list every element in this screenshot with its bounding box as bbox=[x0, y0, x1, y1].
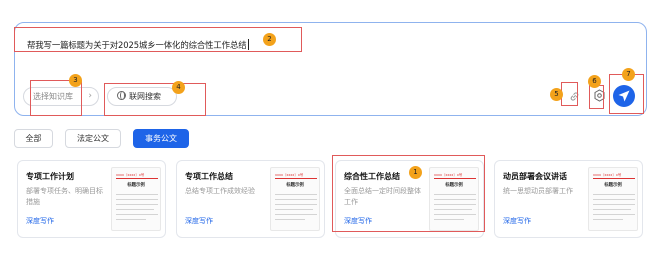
thumbnail-line bbox=[116, 194, 158, 195]
template-card[interactable]: 专项工作计划 部署专项任务、明确目标措施 深度写作 xxxx〔xxxx〕x号 标… bbox=[17, 160, 166, 238]
thumbnail-line bbox=[116, 219, 146, 220]
thumbnail-header: xxxx〔xxxx〕x号 bbox=[434, 173, 463, 177]
thumbnail-title: 标题示例 bbox=[445, 183, 463, 188]
send-icon bbox=[618, 90, 630, 102]
card-description: 部署专项任务、明确目标措施 bbox=[26, 187, 103, 206]
thumbnail-line bbox=[275, 219, 305, 220]
thumbnail-title: 标题示例 bbox=[286, 183, 304, 188]
thumbnail-line bbox=[593, 214, 635, 215]
thumbnail-rule bbox=[593, 178, 635, 179]
send-button[interactable] bbox=[613, 85, 635, 107]
document-thumbnail: xxxx〔xxxx〕x号 标题示例 bbox=[111, 167, 161, 231]
template-card[interactable]: 专项工作总结 总结专项工作成效经验 深度写作 xxxx〔xxxx〕x号 标题示例 bbox=[176, 160, 325, 238]
thumbnail-line bbox=[593, 219, 623, 220]
thumbnail-header: xxxx〔xxxx〕x号 bbox=[116, 173, 145, 177]
web-search-label: 联网搜索 bbox=[129, 92, 161, 101]
annotation-badge-6: 6 bbox=[588, 75, 601, 88]
thumbnail-line bbox=[275, 214, 317, 215]
thumbnail-header: xxxx〔xxxx〕x号 bbox=[593, 173, 622, 177]
deep-writing-link[interactable]: 深度写作 bbox=[26, 216, 54, 226]
card-description: 总结专项工作成效经验 bbox=[185, 187, 255, 195]
annotation-badge-4: 4 bbox=[172, 81, 185, 94]
document-thumbnail: xxxx〔xxxx〕x号 标题示例 bbox=[429, 167, 479, 231]
deep-writing-link[interactable]: 深度写作 bbox=[344, 216, 372, 226]
thumbnail-line bbox=[434, 209, 472, 210]
globe-icon bbox=[117, 91, 126, 100]
thumbnail-line bbox=[434, 214, 476, 215]
thumbnail-line bbox=[116, 199, 158, 200]
thumbnail-line bbox=[116, 204, 158, 205]
thumbnail-line bbox=[116, 214, 158, 215]
thumbnail-line bbox=[434, 199, 476, 200]
template-card[interactable]: 动员部署会议讲话 统一思想动员部署工作 深度写作 xxxx〔xxxx〕x号 标题… bbox=[494, 160, 643, 238]
settings-icon[interactable] bbox=[593, 89, 605, 103]
thumbnail-line bbox=[593, 209, 631, 210]
web-search-button[interactable]: 联网搜索 bbox=[107, 87, 177, 106]
deep-writing-link[interactable]: 深度写作 bbox=[503, 216, 531, 226]
card-title: 专项工作总结 bbox=[185, 172, 233, 181]
thumbnail-line bbox=[434, 219, 464, 220]
document-thumbnail: xxxx〔xxxx〕x号 标题示例 bbox=[270, 167, 320, 231]
card-title: 专项工作计划 bbox=[26, 172, 74, 181]
chevron-right-icon: › bbox=[88, 91, 92, 101]
card-title: 综合性工作总结 bbox=[344, 172, 400, 181]
annotation-badge-7: 7 bbox=[622, 68, 635, 81]
card-description: 全面总结一定时间段整体工作 bbox=[344, 187, 421, 206]
thumbnail-line bbox=[593, 199, 635, 200]
thumbnail-line bbox=[275, 209, 313, 210]
thumbnail-line bbox=[593, 204, 635, 205]
thumbnail-line bbox=[275, 204, 317, 205]
tab-statutory-documents[interactable]: 法定公文 bbox=[65, 129, 121, 148]
deep-writing-link[interactable]: 深度写作 bbox=[185, 216, 213, 226]
prompt-input[interactable]: 帮我写一篇标题为关于对2025城乡一体化的综合性工作总结 bbox=[27, 39, 249, 51]
link-icon[interactable] bbox=[568, 91, 580, 103]
thumbnail-line bbox=[275, 194, 317, 195]
thumbnail-line bbox=[593, 194, 635, 195]
annotation-badge-1: 1 bbox=[409, 166, 422, 179]
thumbnail-header: xxxx〔xxxx〕x号 bbox=[275, 173, 304, 177]
text-caret bbox=[247, 39, 249, 50]
thumbnail-title: 标题示例 bbox=[604, 183, 622, 188]
thumbnail-rule bbox=[434, 178, 476, 179]
thumbnail-line bbox=[275, 199, 317, 200]
thumbnail-rule bbox=[116, 178, 158, 179]
thumbnail-rule bbox=[275, 178, 317, 179]
prompt-composer[interactable]: 帮我写一篇标题为关于对2025城乡一体化的综合性工作总结 选择知识库 › 联网搜… bbox=[14, 22, 647, 116]
knowledge-base-select[interactable]: 选择知识库 › bbox=[23, 87, 99, 106]
annotation-badge-2: 2 bbox=[263, 33, 276, 46]
document-thumbnail: xxxx〔xxxx〕x号 标题示例 bbox=[588, 167, 638, 231]
annotation-badge-3: 3 bbox=[69, 74, 82, 87]
tab-all[interactable]: 全部 bbox=[14, 129, 53, 148]
thumbnail-title: 标题示例 bbox=[127, 183, 145, 188]
card-title: 动员部署会议讲话 bbox=[503, 172, 567, 181]
thumbnail-line bbox=[434, 204, 476, 205]
thumbnail-line bbox=[434, 194, 476, 195]
knowledge-base-label: 选择知识库 bbox=[33, 92, 73, 101]
thumbnail-line bbox=[116, 209, 154, 210]
card-description: 统一思想动员部署工作 bbox=[503, 187, 573, 195]
tab-affairs-documents[interactable]: 事务公文 bbox=[133, 129, 189, 148]
annotation-badge-5: 5 bbox=[550, 88, 563, 101]
